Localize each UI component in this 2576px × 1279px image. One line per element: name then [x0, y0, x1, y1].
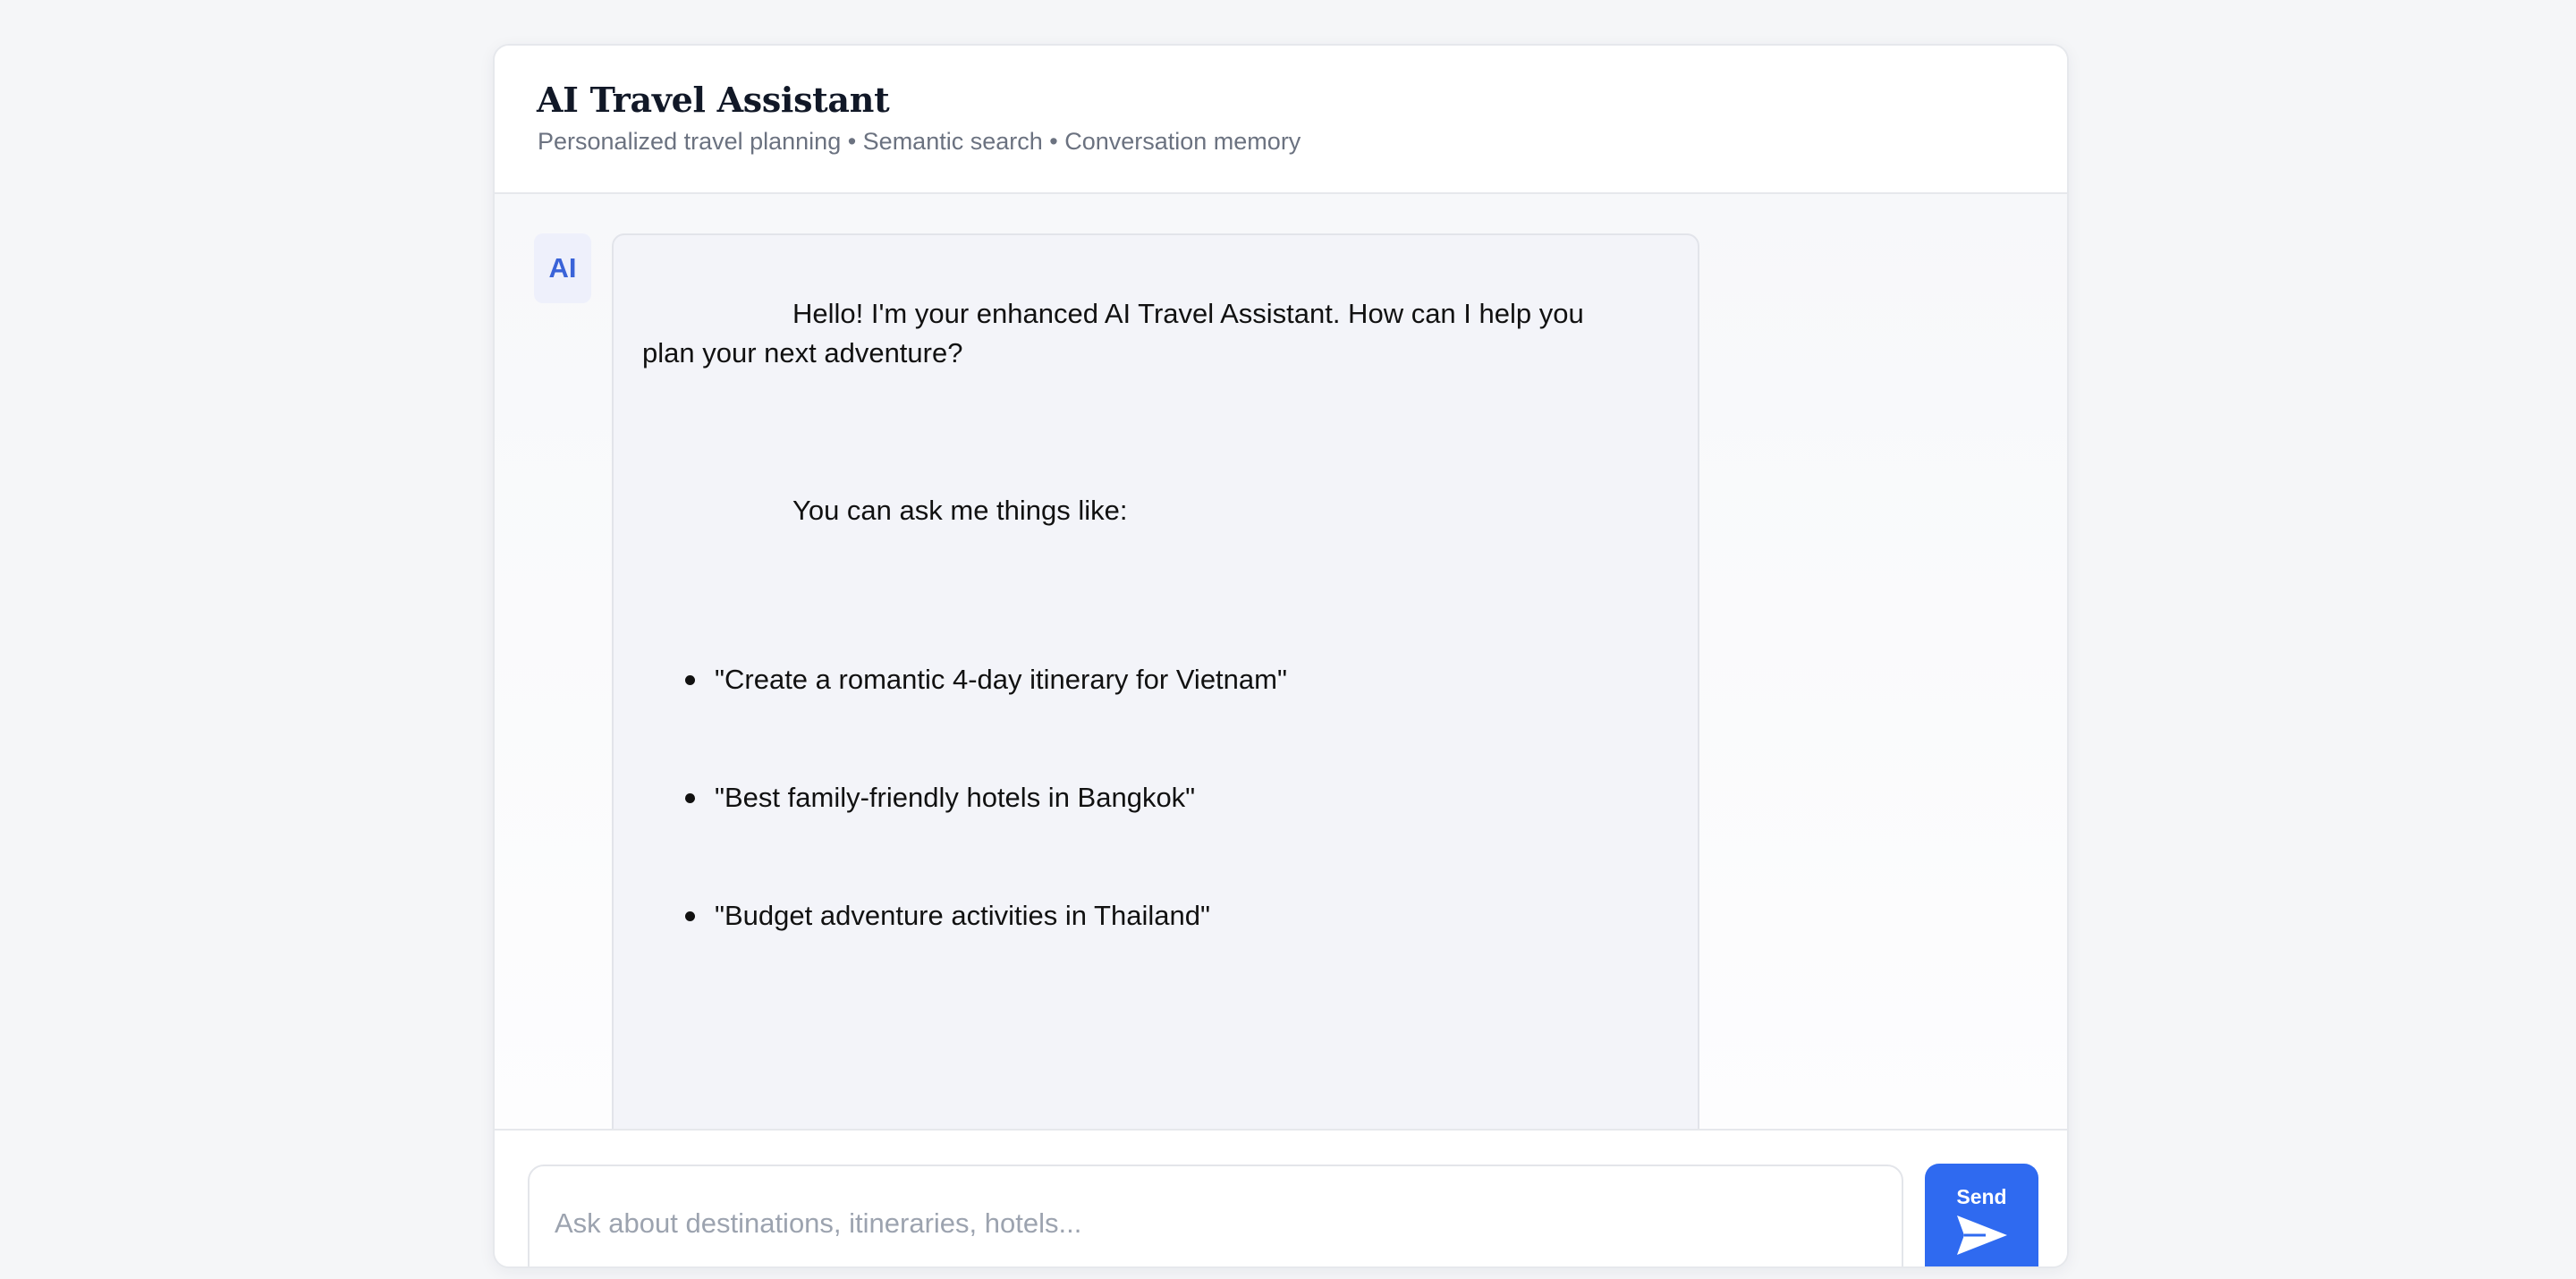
example-prompt: "Budget adventure activities in Thailand…: [715, 900, 1210, 931]
examples-intro: You can ask me things like:: [792, 495, 1128, 526]
assistant-message-bubble: Hello! I'm your enhanced AI Travel Assis…: [612, 233, 1699, 1129]
message-input[interactable]: [528, 1165, 1903, 1266]
chat-window: AI Travel Assistant Personalized travel …: [493, 44, 2069, 1268]
assistant-avatar: AI: [534, 233, 591, 303]
composer-bar: Send: [495, 1129, 2067, 1266]
paper-plane-icon: [1956, 1215, 2007, 1255]
send-button[interactable]: Send: [1925, 1164, 2038, 1266]
page-subtitle: Personalized travel planning • Semantic …: [538, 128, 1301, 155]
bullet-icon: [685, 911, 695, 921]
greeting-text-line-1: Hello! I'm your enhanced AI Travel Assis…: [792, 298, 1584, 329]
example-prompt: "Create a romantic 4-day itinerary for V…: [715, 664, 1287, 695]
app-header: AI Travel Assistant Personalized travel …: [495, 46, 2067, 194]
send-button-label: Send: [1956, 1185, 2007, 1208]
example-prompt: "Best family-friendly hotels in Bangkok": [715, 782, 1196, 813]
greeting-text-line-2: plan your next adventure?: [642, 337, 963, 368]
bullet-icon: [685, 793, 695, 803]
page-title: AI Travel Assistant: [537, 80, 890, 120]
message-list[interactable]: AI Hello! I'm your enhanced AI Travel As…: [495, 194, 2067, 1129]
bullet-icon: [685, 675, 695, 685]
